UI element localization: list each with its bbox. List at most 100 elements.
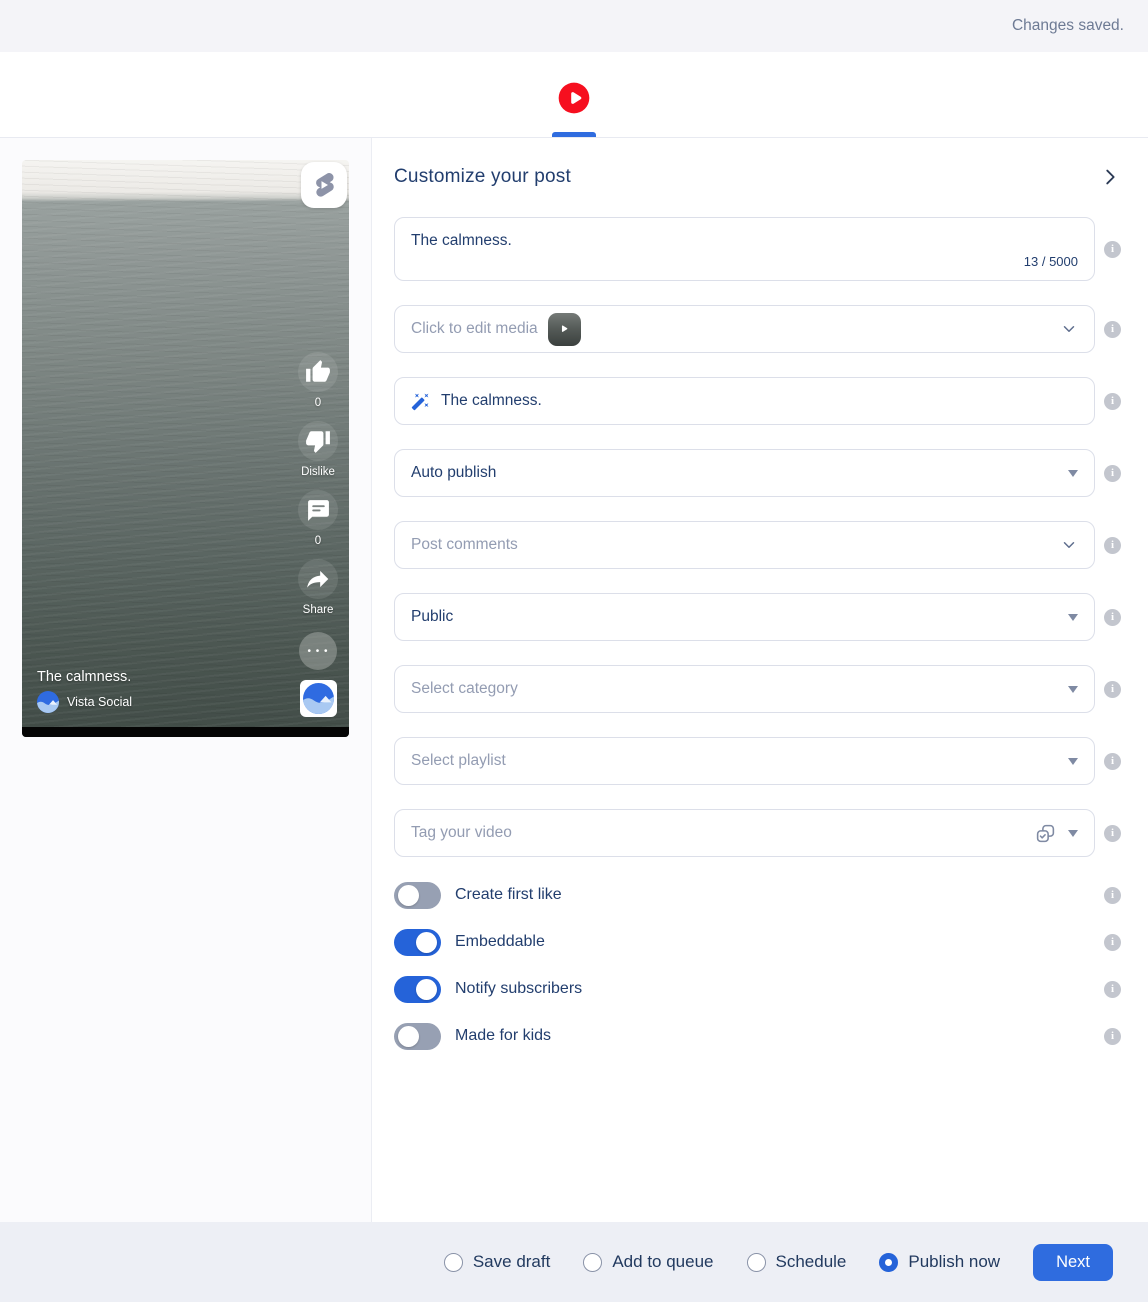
info-icon[interactable] [1104,465,1121,482]
ai-title-field[interactable]: The calmness. [394,377,1095,425]
form-title: Customize your post [394,166,571,188]
visibility-row: Public [394,593,1121,641]
caret-down-icon [1068,758,1078,765]
dislike-label: Dislike [301,466,335,478]
info-icon[interactable] [1104,753,1121,770]
info-icon[interactable] [1104,609,1121,626]
publish-now-option[interactable]: Publish now [879,1252,1000,1272]
chevron-right-icon [1099,166,1121,188]
share-button [298,559,338,599]
publish-mode-select[interactable]: Auto publish [394,449,1095,497]
caret-down-icon [1068,614,1078,621]
dislike-button [298,421,338,461]
tags-placeholder: Tag your video [411,824,512,842]
channel-name: Vista Social [67,695,132,709]
caret-down-icon [1068,470,1078,477]
schedule-option[interactable]: Schedule [747,1252,847,1272]
notify-subscribers-row: Notify subscribers [394,975,1121,1003]
play-icon [557,322,571,336]
toggle-label: Create first like [455,886,562,904]
media-thumbnail[interactable] [548,313,581,346]
info-icon[interactable] [1104,887,1121,904]
category-row: Select category [394,665,1121,713]
youtube-shorts-badge [301,162,347,208]
publish-options-footer: Save draft Add to queue Schedule Publish… [0,1222,1148,1302]
info-icon[interactable] [1104,537,1121,554]
changes-saved-status: Changes saved. [1012,17,1124,35]
publish-mode-value: Auto publish [411,464,496,482]
comment-count: 0 [315,535,321,547]
video-title-overlay: The calmness. [37,669,131,685]
post-title-value: The calmness. [411,232,1078,250]
toggle-section: Create first like Embeddable Notify subs… [394,881,1121,1050]
toggle-label: Made for kids [455,1027,551,1045]
channel-row: Vista Social [37,691,132,713]
video-progress-bar [22,727,349,737]
playlist-select[interactable]: Select playlist [394,737,1095,785]
category-select[interactable]: Select category [394,665,1095,713]
youtube-icon [558,82,590,114]
top-status-bar: Changes saved. [0,0,1148,52]
made-for-kids-row: Made for kids [394,1022,1121,1050]
radio-icon [583,1253,602,1272]
create-first-like-row: Create first like [394,881,1121,909]
publish-now-label: Publish now [908,1252,1000,1272]
toggle-label: Embeddable [455,933,545,951]
title-row: The calmness. 13 / 5000 [394,217,1121,281]
playlist-row: Select playlist [394,737,1121,785]
add-to-queue-option[interactable]: Add to queue [583,1252,713,1272]
caret-down-icon [1068,686,1078,693]
preview-action-rail: 0 Dislike 0 [295,352,341,670]
media-row: Click to edit media [394,305,1121,353]
network-tabstrip [0,52,1148,138]
info-icon[interactable] [1104,934,1121,951]
chevron-down-icon [1060,320,1078,338]
visibility-select[interactable]: Public [394,593,1095,641]
copy-check-icon[interactable] [1035,823,1056,844]
create-first-like-toggle[interactable] [394,882,441,909]
info-icon[interactable] [1104,981,1121,998]
ai-title-value: The calmness. [441,392,542,410]
save-draft-option[interactable]: Save draft [444,1252,551,1272]
info-icon[interactable] [1104,393,1121,410]
thumbs-up-icon [305,359,331,385]
radio-icon [879,1253,898,1272]
toggle-label: Notify subscribers [455,980,582,998]
tab-youtube[interactable] [542,52,606,137]
ai-title-row: The calmness. [394,377,1121,425]
category-placeholder: Select category [411,680,518,698]
post-comments-row: Post comments [394,521,1121,569]
post-comments-placeholder: Post comments [411,536,518,554]
edit-media-field[interactable]: Click to edit media [394,305,1095,353]
post-comments-select[interactable]: Post comments [394,521,1095,569]
post-title-input[interactable]: The calmness. 13 / 5000 [394,217,1095,281]
publish-mode-row: Auto publish [394,449,1121,497]
embeddable-toggle[interactable] [394,929,441,956]
like-count: 0 [315,397,321,409]
magic-wand-icon[interactable] [411,392,430,411]
next-button[interactable]: Next [1033,1244,1113,1281]
info-icon[interactable] [1104,825,1121,842]
like-button [298,352,338,392]
comments-button [298,490,338,530]
add-to-queue-label: Add to queue [612,1252,713,1272]
more-options-button [299,632,337,670]
info-icon[interactable] [1104,241,1121,258]
channel-avatar-square [300,680,337,717]
character-counter: 13 / 5000 [411,254,1078,269]
chevron-down-icon [1060,536,1078,554]
playlist-placeholder: Select playlist [411,752,506,770]
info-icon[interactable] [1104,321,1121,338]
notify-subscribers-toggle[interactable] [394,976,441,1003]
share-label: Share [303,604,334,616]
collapse-panel-button[interactable] [1099,166,1121,188]
made-for-kids-toggle[interactable] [394,1023,441,1050]
info-icon[interactable] [1104,1028,1121,1045]
radio-icon [747,1253,766,1272]
radio-icon [444,1253,463,1272]
tags-input[interactable]: Tag your video [394,809,1095,857]
info-icon[interactable] [1104,681,1121,698]
post-preview-panel: 0 Dislike 0 [0,138,372,1222]
caret-down-icon [1068,830,1078,837]
customize-form-panel: Customize your post The calmness. 13 / 5… [372,138,1148,1222]
